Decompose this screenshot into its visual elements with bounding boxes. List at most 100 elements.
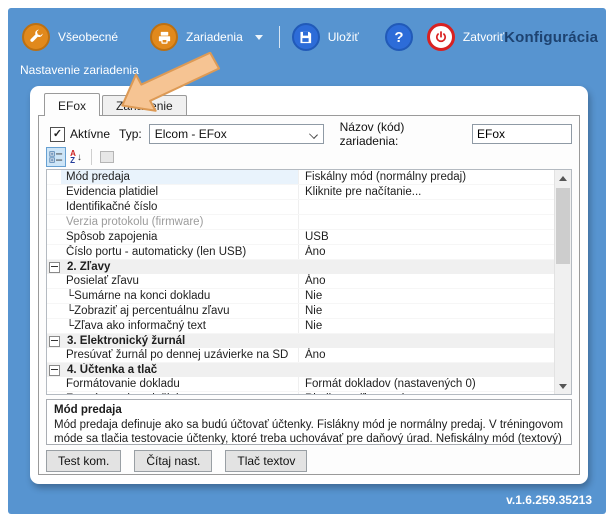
scroll-down-button[interactable]	[555, 378, 571, 394]
property-pages-button[interactable]	[97, 147, 117, 167]
triangle-up-icon	[559, 176, 567, 181]
screenshot-root: Všeobecné Zariadenia Uložiť ?	[0, 0, 614, 522]
row-margin	[47, 319, 61, 333]
sort-arrow-icon: ↓	[77, 152, 82, 163]
property-row[interactable]: └Sumárne na konci dokladuNie	[47, 289, 554, 304]
scrollbar-thumb[interactable]	[556, 188, 570, 264]
row-margin	[47, 245, 61, 259]
property-value[interactable]: Fiskálny mód (normálny predaj)	[299, 170, 554, 184]
property-category-row[interactable]: 3. Elektronický žurnál	[47, 334, 554, 348]
property-label: Formátovanie položiek	[61, 392, 299, 394]
property-grid: Mód predajaFiskálny mód (normálny predaj…	[46, 169, 572, 395]
property-row[interactable]: Posielať zľavuÁno	[47, 274, 554, 289]
close-label: Zatvoriť	[463, 30, 504, 44]
collapse-minus-icon[interactable]	[49, 365, 60, 376]
type-label: Typ:	[119, 127, 142, 141]
vertical-scrollbar[interactable]	[554, 170, 571, 394]
property-row[interactable]: Formátovanie dokladuFormát dokladov (nas…	[47, 377, 554, 392]
help-icon: ?	[385, 23, 413, 51]
row-margin	[47, 377, 61, 391]
category-label: 3. Elektronický žurnál	[61, 334, 554, 348]
categorized-view-button[interactable]	[46, 147, 66, 167]
property-value[interactable]: Nie	[299, 289, 554, 303]
property-label: └Zľava ako informačný text	[61, 319, 299, 333]
print-texts-button[interactable]: Tlač textov	[225, 450, 307, 472]
devices-label: Zariadenia	[186, 30, 243, 44]
tab-page-efox: ✓ Aktívne Typ: Elcom - EFox Názov (kód) …	[38, 115, 580, 475]
property-row[interactable]: └Zľava ako informačný textNie	[47, 319, 554, 334]
property-row[interactable]: Presúvať žurnál po dennej uzávierke na S…	[47, 348, 554, 363]
property-row[interactable]: Formátovanie položiekRiadky podľa potreb…	[47, 392, 554, 394]
test-communication-button[interactable]: Test kom.	[46, 450, 121, 472]
az-sort-icon: AZ	[70, 150, 76, 164]
property-value[interactable]: Áno	[299, 245, 554, 259]
property-row[interactable]: └Zobraziť aj percentuálnu zľavuNie	[47, 304, 554, 319]
property-row[interactable]: Číslo portu - automaticky (len USB)Áno	[47, 245, 554, 260]
device-type-select[interactable]: Elcom - EFox	[149, 124, 324, 144]
property-row[interactable]: Spôsob zapojeniaUSB	[47, 230, 554, 245]
main-toolbar: Všeobecné Zariadenia Uložiť ?	[22, 16, 592, 58]
property-value[interactable]	[299, 215, 554, 229]
property-row[interactable]: Mód predajaFiskálny mód (normálny predaj…	[47, 170, 554, 185]
alphabetical-sort-button[interactable]: AZ↓	[66, 147, 86, 167]
property-label: Posielať zľavu	[61, 274, 299, 288]
wrench-icon	[22, 23, 50, 51]
action-buttons-row: Test kom. Čítaj nast. Tlač textov	[46, 450, 572, 472]
tab-zariadenie[interactable]: Zariadenie	[102, 95, 187, 116]
tab-strip: EFox Zariadenie	[44, 94, 580, 116]
category-label: 2. Zľavy	[61, 260, 554, 274]
tab-efox[interactable]: EFox	[44, 93, 100, 116]
category-label: 4. Účtenka a tlač	[61, 363, 554, 377]
checkmark-icon: ✓	[53, 129, 62, 140]
row-margin	[47, 334, 61, 348]
property-row[interactable]: Verzia protokolu (firmware)	[47, 215, 554, 230]
device-name-input[interactable]	[472, 124, 572, 144]
property-value[interactable]: Áno	[299, 274, 554, 288]
device-name-label: Názov (kód) zariadenia:	[340, 120, 464, 148]
property-value[interactable]: Riadky podľa potreby	[299, 392, 554, 394]
devices-dropdown-caret[interactable]	[255, 35, 263, 40]
property-row[interactable]: Evidencia platidielKliknite pre načítani…	[47, 185, 554, 200]
property-value[interactable]	[299, 200, 554, 214]
help-button[interactable]: ?	[385, 23, 413, 51]
save-button[interactable]: Uložiť	[292, 23, 359, 51]
active-label: Aktívne	[70, 127, 110, 141]
property-description-box: Mód predaja Mód predaja definuje ako sa …	[46, 399, 572, 445]
property-label: Presúvať žurnál po dennej uzávierke na S…	[61, 348, 299, 362]
property-label: Číslo portu - automaticky (len USB)	[61, 245, 299, 259]
general-button[interactable]: Všeobecné	[22, 23, 118, 51]
description-text: Mód predaja definuje ako sa budú účtovať…	[54, 418, 564, 445]
property-label: Evidencia platidiel	[61, 185, 299, 199]
description-title: Mód predaja	[54, 403, 564, 418]
row-margin	[47, 392, 61, 394]
property-value[interactable]: Nie	[299, 319, 554, 333]
property-label: Spôsob zapojenia	[61, 230, 299, 244]
close-button[interactable]: Zatvoriť	[427, 23, 504, 51]
collapse-minus-icon[interactable]	[49, 262, 60, 273]
row-margin	[47, 274, 61, 288]
toolbar-separator	[91, 149, 92, 165]
property-value[interactable]: USB	[299, 230, 554, 244]
collapse-minus-icon[interactable]	[49, 336, 60, 347]
property-row[interactable]: Identifikačné číslo	[47, 200, 554, 215]
configuration-window: Všeobecné Zariadenia Uložiť ?	[8, 8, 606, 514]
property-label: └Sumárne na konci dokladu	[61, 289, 299, 303]
save-label: Uložiť	[328, 30, 359, 44]
property-label: Mód predaja	[61, 170, 299, 184]
active-checkbox[interactable]: ✓	[50, 127, 65, 142]
property-grid-rows: Mód predajaFiskálny mód (normálny predaj…	[47, 170, 554, 394]
property-category-row[interactable]: 2. Zľavy	[47, 260, 554, 274]
property-value[interactable]: Áno	[299, 348, 554, 362]
toolbar-divider	[279, 26, 280, 48]
property-value[interactable]: Formát dokladov (nastavených 0)	[299, 377, 554, 391]
property-value[interactable]: Nie	[299, 304, 554, 318]
row-margin	[47, 185, 61, 199]
chevron-down-icon	[309, 130, 318, 139]
property-value[interactable]: Kliknite pre načítanie...	[299, 185, 554, 199]
read-settings-button[interactable]: Čítaj nast.	[134, 450, 212, 472]
row-margin	[47, 363, 61, 377]
devices-button[interactable]: Zariadenia	[150, 23, 243, 51]
scroll-up-button[interactable]	[555, 170, 571, 186]
save-floppy-icon	[292, 23, 320, 51]
property-category-row[interactable]: 4. Účtenka a tlač	[47, 363, 554, 377]
